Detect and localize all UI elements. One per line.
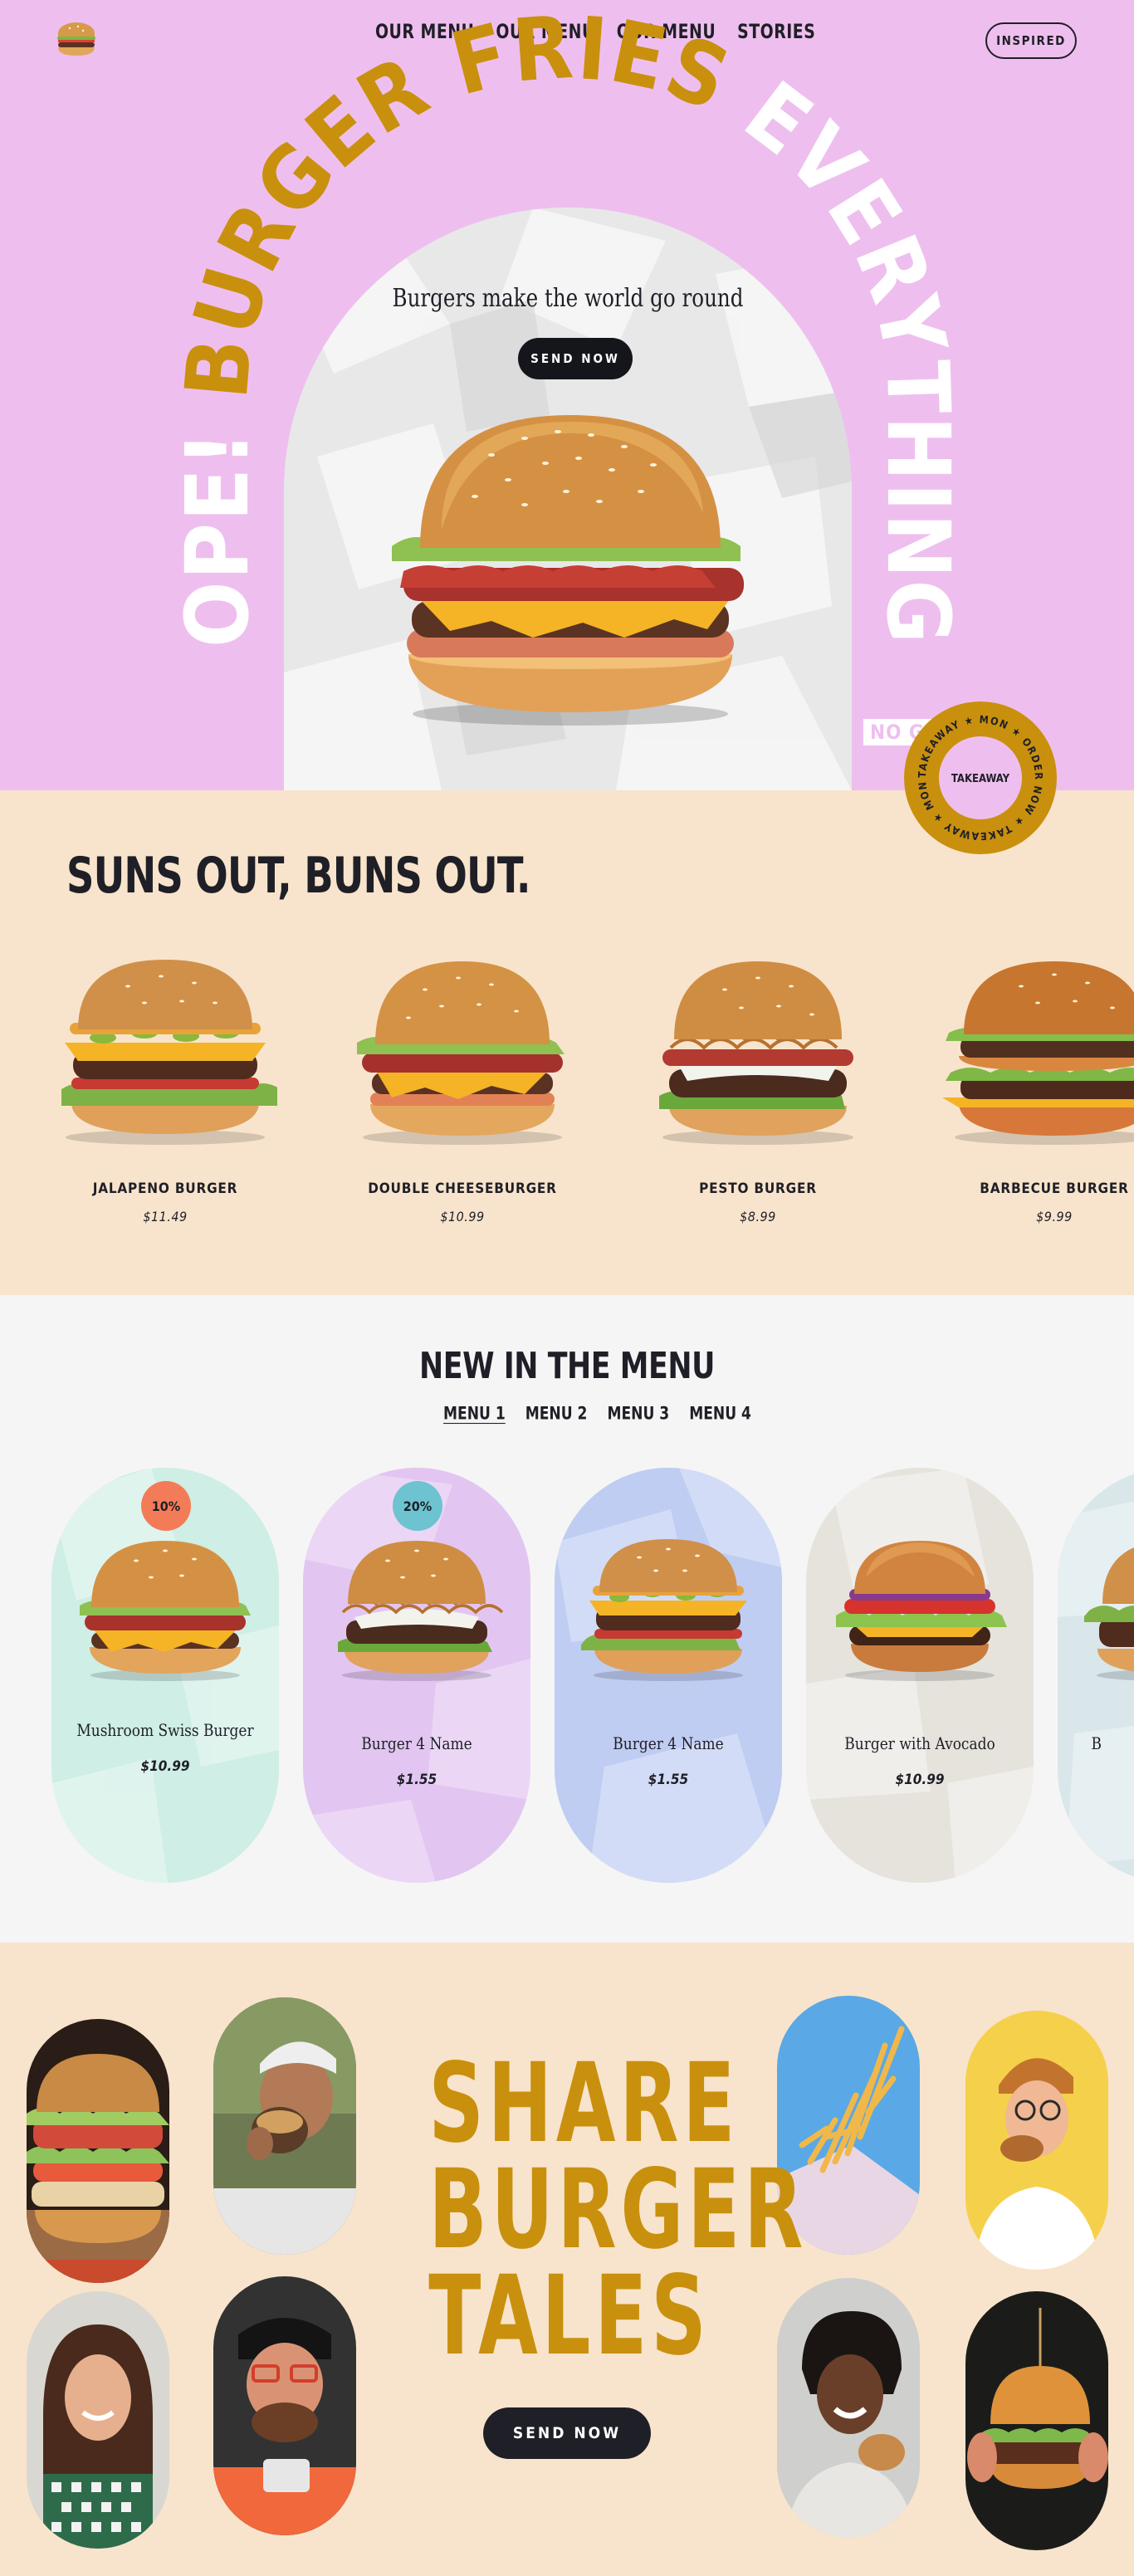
menu-item-price: $1.55	[396, 1772, 437, 1788]
nav-link-our-menu-3[interactable]: OUR MENU	[617, 20, 716, 43]
burger-image	[1084, 1547, 1134, 1681]
burger-closeup-photo	[965, 2291, 1108, 2550]
tab-menu-4[interactable]: MENU 4	[689, 1404, 751, 1424]
menu-item-name: Burger 4 Name	[361, 1733, 472, 1753]
nav-link-stories[interactable]: STORIES	[737, 20, 815, 43]
burger-name: JALAPENO BURGER	[92, 1180, 238, 1197]
burger-price: $11.49	[143, 1209, 188, 1224]
burger-card[interactable]: PESTO BURGER $8.99	[633, 956, 882, 1224]
burger-logo-icon[interactable]	[55, 20, 98, 58]
burger-name: BARBECUE BURGER	[980, 1180, 1129, 1197]
photo-burger-closeup	[965, 2291, 1108, 2550]
burger-card[interactable]: JALAPENO BURGER $11.49	[41, 956, 290, 1224]
takeaway-badge[interactable]: TAKEAWAY ★ MON ★ ORDER NOW ★ TAKEAWAY ★ …	[902, 699, 1059, 857]
hero-section: OUR MENU OUR MENU OUR MENU STORIES INSPI…	[0, 0, 1134, 790]
hero-tagline: Burgers make the world go round	[392, 284, 744, 313]
nav-link-our-menu-2[interactable]: OUR MENU	[496, 20, 594, 43]
barbecue-burger-image	[942, 961, 1134, 1145]
menu-item-name: Burger with Avocado	[844, 1733, 995, 1753]
menu-item-name: Mushroom Swiss Burger	[76, 1720, 254, 1740]
menu-item-price: $10.99	[140, 1758, 190, 1775]
main-nav: OUR MENU OUR MENU OUR MENU STORIES	[375, 20, 837, 43]
double-cheeseburger-image	[357, 961, 565, 1145]
photo-man-eating	[213, 1997, 356, 2255]
mushroom-swiss-burger-image	[80, 1541, 251, 1681]
section-title: SUNS OUT, BUNS OUT.	[66, 847, 530, 905]
pesto-burger-image	[659, 961, 853, 1145]
burger-name: DOUBLE CHEESEBURGER	[368, 1180, 557, 1197]
burger-4-image	[581, 1539, 747, 1681]
man-eating-yellow-bg-photo	[965, 2011, 1108, 2270]
burger-price: $10.99	[440, 1209, 485, 1224]
burger-name: PESTO BURGER	[699, 1180, 817, 1197]
menu-item-price: $1.55	[648, 1772, 689, 1788]
share-title-line-1: SHARE	[428, 2040, 740, 2168]
laughing-woman-photo	[777, 2278, 920, 2537]
share-send-now-button[interactable]: SEND NOW	[483, 2407, 651, 2459]
hero-send-now-button[interactable]: SEND NOW	[518, 338, 633, 379]
menu-item-name: Burger 4 Name	[613, 1733, 724, 1753]
hero-burger-image	[392, 415, 744, 726]
share-section: SHARE BURGER TALES SEND NOW	[0, 1943, 1134, 2576]
new-menu-section: NEW IN THE MENU MENU 1 MENU 2 MENU 3 MEN…	[0, 1295, 1134, 1943]
stacked-burger-photo	[27, 2019, 169, 2283]
menu-tabs: MENU 1 MENU 2 MENU 3 MENU 4	[443, 1404, 751, 1424]
discount-badge: 20%	[393, 1481, 442, 1531]
section-title: NEW IN THE MENU	[419, 1345, 715, 1387]
share-title-line-3: TALES	[428, 2252, 711, 2380]
tab-menu-2[interactable]: MENU 2	[525, 1404, 588, 1424]
burger-with-avocado-image	[836, 1541, 1007, 1681]
burger-4-image	[338, 1541, 504, 1681]
menu-item-name: B	[1091, 1733, 1102, 1753]
curved-text-nice: NICE	[0, 0, 33, 21]
burger-card[interactable]: DOUBLE CHEESEBURGER $10.99	[338, 956, 587, 1224]
jalapeno-burger-image	[61, 960, 277, 1145]
tab-menu-1[interactable]: MENU 1	[443, 1404, 506, 1424]
photo-laughing-woman	[777, 2278, 920, 2537]
featured-burgers-section: SUNS OUT, BUNS OUT. JALAPENO BURGER $11.…	[0, 790, 1134, 1295]
burger-price: $9.99	[1036, 1209, 1073, 1224]
smiling-woman-photo	[27, 2291, 169, 2549]
share-title: SHARE BURGER TALES	[428, 2040, 808, 2380]
photo-man-yellow	[965, 2011, 1108, 2270]
nav-link-our-menu-1[interactable]: OUR MENU	[375, 20, 474, 43]
menu-item-card[interactable]: Burger 4 Name $1.55	[555, 1468, 782, 1883]
man-with-glasses-eating-photo	[213, 2276, 356, 2535]
menu-item-price: $10.99	[895, 1772, 945, 1788]
burger-price: $8.99	[740, 1209, 776, 1224]
photo-smiling-woman	[27, 2291, 169, 2549]
photo-stacked-burger	[27, 2019, 169, 2283]
menu-item-card[interactable]: 20% Burger 4 Name $1.55	[303, 1468, 530, 1883]
burger-card[interactable]: BARBECUE BURGER $9.99	[930, 956, 1134, 1224]
curved-text-ope: OPE!	[167, 401, 268, 648]
tab-menu-3[interactable]: MENU 3	[607, 1404, 669, 1424]
man-eating-burger-photo	[213, 1997, 356, 2255]
menu-item-card[interactable]: Burger with Avocado $10.99	[806, 1468, 1034, 1883]
badge-center-text: TAKEAWAY	[951, 773, 1010, 785]
discount-badge: 10%	[141, 1481, 191, 1531]
menu-item-card[interactable]: B	[1058, 1468, 1134, 1883]
inspired-button[interactable]: INSPIRED	[985, 22, 1077, 59]
photo-man-glasses	[213, 2276, 356, 2535]
share-title-line-2: BURGER	[428, 2146, 808, 2274]
menu-item-card[interactable]: 10% Mushroom Swiss Burger $10.99	[51, 1468, 279, 1883]
hero-arch: Burgers make the world go round SEND NOW	[284, 208, 852, 790]
